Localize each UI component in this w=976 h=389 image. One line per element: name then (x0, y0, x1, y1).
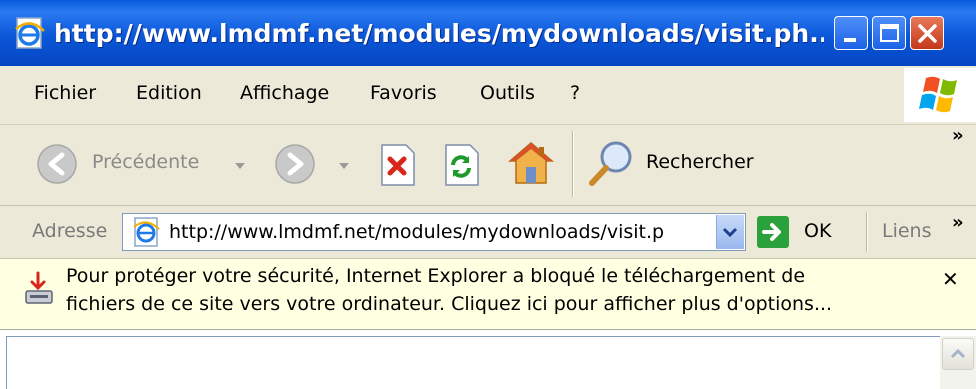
go-button[interactable]: OK (756, 214, 846, 250)
menu-edition[interactable]: Edition (136, 78, 202, 108)
windows-logo (904, 68, 976, 122)
address-separator (866, 212, 867, 252)
search-icon (589, 141, 632, 186)
links-overflow-chevron[interactable]: » (952, 212, 964, 233)
refresh-button[interactable] (442, 143, 482, 187)
content-frame (6, 336, 976, 389)
scroll-up-button[interactable] (942, 338, 974, 370)
menu-outils[interactable]: Outils (480, 78, 535, 108)
minimize-button[interactable] (834, 16, 868, 50)
info-message-line-1: Pour protéger votre sécurité, Internet E… (66, 265, 806, 287)
ie-page-icon (133, 217, 160, 247)
vertical-scrollbar[interactable] (940, 336, 976, 389)
browser-window: http://www.lmdmf.net/modules/mydownloads… (0, 0, 976, 389)
ie-page-icon (15, 17, 45, 49)
back-arrow-icon (37, 144, 77, 184)
menu-affichage[interactable]: Affichage (240, 78, 329, 108)
close-icon (918, 24, 937, 43)
back-button[interactable]: Précédente (34, 141, 254, 187)
windows-flag-icon (919, 76, 957, 113)
go-arrow-icon (757, 216, 789, 248)
info-close-icon[interactable]: ✕ (942, 267, 959, 291)
forward-dropdown-icon[interactable] (338, 161, 350, 171)
chevron-down-icon (722, 227, 738, 238)
page-content[interactable] (0, 330, 976, 389)
maximize-button[interactable] (872, 16, 906, 50)
address-label: Adresse (32, 220, 108, 242)
minimize-icon (844, 38, 856, 42)
go-label: OK (804, 220, 832, 242)
close-button[interactable] (910, 16, 944, 50)
download-blocked-icon (25, 271, 53, 304)
information-bar[interactable]: Pour protéger votre sécurité, Internet E… (0, 259, 976, 330)
address-field[interactable]: http://www.lmdmf.net/modules/mydownloads… (122, 213, 746, 251)
window-title: http://www.lmdmf.net/modules/mydownloads… (54, 19, 824, 48)
back-label: Précédente (92, 151, 200, 173)
menu-help[interactable]: ? (570, 78, 580, 108)
menu-fichier[interactable]: Fichier (34, 78, 96, 108)
menu-bar: Fichier Edition Affichage Favoris Outils… (0, 66, 976, 125)
menu-favoris[interactable]: Favoris (370, 78, 437, 108)
back-dropdown-icon[interactable] (234, 161, 246, 171)
info-message-line-2: fichiers de ce site vers votre ordinateu… (66, 293, 833, 315)
address-value: http://www.lmdmf.net/modules/mydownloads… (169, 221, 665, 243)
address-bar: Adresse http://www.lmdmf.net/modules/myd… (0, 206, 976, 259)
maximize-icon (880, 24, 899, 42)
standard-toolbar: Précédente Rechercher » (0, 125, 976, 206)
chevron-up-icon (950, 348, 966, 359)
address-dropdown-button[interactable] (716, 215, 744, 249)
stop-button[interactable] (378, 143, 418, 187)
toolbar-overflow-chevron[interactable]: » (952, 125, 964, 146)
title-bar[interactable]: http://www.lmdmf.net/modules/mydownloads… (0, 0, 976, 66)
search-label: Rechercher (646, 151, 754, 173)
search-button[interactable]: Rechercher (586, 137, 786, 189)
toolbar-separator (572, 131, 573, 197)
forward-button[interactable] (272, 141, 318, 187)
links-label[interactable]: Liens (882, 220, 932, 242)
home-button[interactable] (506, 139, 556, 189)
